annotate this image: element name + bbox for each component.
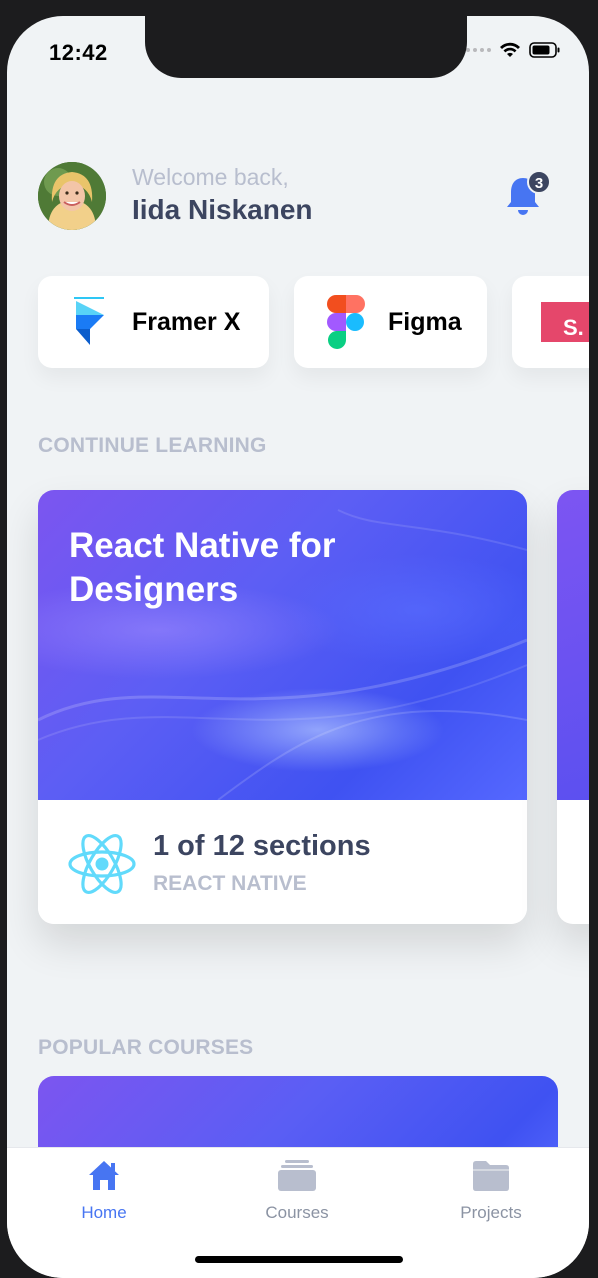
- device-notch: [145, 16, 467, 78]
- course-card[interactable]: React Native for Designers 1 of 12 secti…: [38, 490, 527, 924]
- tab-label-courses: Courses: [265, 1203, 329, 1222]
- tab-home[interactable]: Home: [44, 1158, 164, 1223]
- figma-logo-icon: [326, 293, 366, 351]
- folder-icon: [471, 1158, 511, 1197]
- logo-label-framer: Framer X: [132, 307, 241, 336]
- logo-label-studio: S.: [563, 315, 584, 340]
- welcome-text: Welcome back,: [132, 164, 289, 190]
- course-category: REACT NATIVE: [153, 872, 307, 895]
- notification-badge: 3: [527, 170, 551, 194]
- logo-label-figma: Figma: [388, 307, 462, 336]
- status-time: 12:42: [49, 40, 108, 65]
- logo-card-figma[interactable]: Figma: [294, 276, 487, 368]
- app-screen: 12:42 Welcome back, Iida Niskanen 3 Fram…: [7, 16, 589, 1278]
- tab-courses[interactable]: Courses: [237, 1158, 357, 1223]
- avatar[interactable]: [38, 162, 106, 230]
- framer-logo-icon: [70, 295, 110, 349]
- user-name: Iida Niskanen: [132, 194, 313, 225]
- tab-label-projects: Projects: [460, 1203, 522, 1222]
- course-progress: 1 of 12 sections: [153, 830, 371, 862]
- home-indicator: [195, 1256, 403, 1263]
- logo-card-studio[interactable]: S.: [512, 276, 589, 368]
- course-title: React Native for Designers: [69, 526, 336, 609]
- battery-icon: [529, 42, 561, 58]
- course-card-next[interactable]: [557, 490, 589, 924]
- logo-card-framer[interactable]: Framer X: [38, 276, 269, 368]
- tab-projects[interactable]: Projects: [431, 1158, 551, 1223]
- home-icon: [87, 1158, 121, 1197]
- signal-icon: [466, 48, 491, 52]
- course-info: 1 of 12 sections REACT NATIVE: [38, 800, 527, 924]
- section-title-popular-courses: POPULAR COURSES: [38, 1036, 254, 1059]
- react-logo-icon: [66, 828, 138, 900]
- courses-icon: [277, 1158, 317, 1197]
- studio-logo-icon: S.: [541, 302, 589, 342]
- status-indicators: [466, 42, 561, 58]
- wifi-icon: [499, 42, 521, 58]
- course-cover-image-next: [557, 490, 589, 800]
- section-title-continue-learning: CONTINUE LEARNING: [38, 434, 267, 457]
- tab-label-home: Home: [81, 1203, 127, 1222]
